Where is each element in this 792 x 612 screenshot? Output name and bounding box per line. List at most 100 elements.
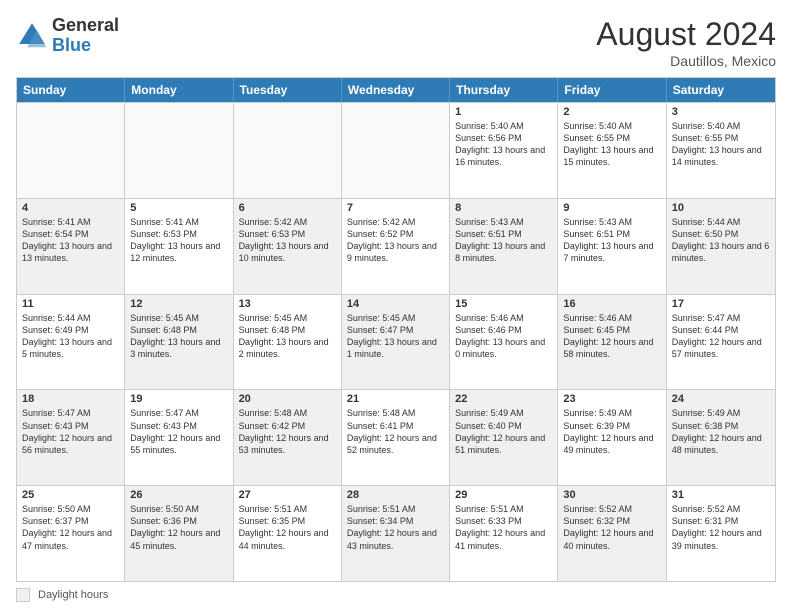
cal-cell: 14 Sunrise: 5:45 AM Sunset: 6:47 PM Dayli…: [342, 295, 450, 390]
day-info: Sunrise: 5:47 AM Sunset: 6:43 PM Dayligh…: [22, 407, 119, 456]
day-info: Sunrise: 5:46 AM Sunset: 6:46 PM Dayligh…: [455, 312, 552, 361]
day-info: Sunrise: 5:44 AM Sunset: 6:49 PM Dayligh…: [22, 312, 119, 361]
day-info: Sunrise: 5:43 AM Sunset: 6:51 PM Dayligh…: [455, 216, 552, 265]
day-number: 10: [672, 202, 770, 214]
header: General Blue August 2024 Dautillos, Mexi…: [16, 16, 776, 69]
day-info: Sunrise: 5:46 AM Sunset: 6:45 PM Dayligh…: [563, 312, 660, 361]
day-number: 30: [563, 489, 660, 501]
cal-cell: 7 Sunrise: 5:42 AM Sunset: 6:52 PM Daylig…: [342, 199, 450, 294]
day-number: 21: [347, 393, 444, 405]
day-number: 28: [347, 489, 444, 501]
day-info: Sunrise: 5:40 AM Sunset: 6:55 PM Dayligh…: [672, 120, 770, 169]
calendar-header: SundayMondayTuesdayWednesdayThursdayFrid…: [17, 78, 775, 102]
cal-cell: 25Sunrise: 5:50 AM Sunset: 6:37 PM Dayli…: [17, 486, 125, 581]
cal-header-saturday: Saturday: [667, 78, 775, 102]
day-info: Sunrise: 5:51 AM Sunset: 6:35 PM Dayligh…: [239, 503, 336, 552]
day-info: Sunrise: 5:48 AM Sunset: 6:42 PM Dayligh…: [239, 407, 336, 456]
day-number: 12: [130, 298, 227, 310]
day-info: Sunrise: 5:45 AM Sunset: 6:47 PM Dayligh…: [347, 312, 444, 361]
day-number: 1: [455, 106, 552, 118]
day-number: 18: [22, 393, 119, 405]
cal-cell: 24Sunrise: 5:49 AM Sunset: 6:38 PM Dayli…: [667, 390, 775, 485]
cal-week-1: 1 Sunrise: 5:40 AM Sunset: 6:56 PM Daylig…: [17, 102, 775, 198]
cal-cell: 30 Sunrise: 5:52 AM Sunset: 6:32 PM Dayli…: [558, 486, 666, 581]
cal-cell: 3 Sunrise: 5:40 AM Sunset: 6:55 PM Daylig…: [667, 103, 775, 198]
day-info: Sunrise: 5:41 AM Sunset: 6:54 PM Dayligh…: [22, 216, 119, 265]
cal-cell: 12Sunrise: 5:45 AM Sunset: 6:48 PM Dayli…: [125, 295, 233, 390]
day-number: 29: [455, 489, 552, 501]
cal-header-tuesday: Tuesday: [234, 78, 342, 102]
cal-cell: 16 Sunrise: 5:46 AM Sunset: 6:45 PM Dayli…: [558, 295, 666, 390]
day-info: Sunrise: 5:49 AM Sunset: 6:40 PM Dayligh…: [455, 407, 552, 456]
cal-cell: 26Sunrise: 5:50 AM Sunset: 6:36 PM Dayli…: [125, 486, 233, 581]
day-info: Sunrise: 5:51 AM Sunset: 6:34 PM Dayligh…: [347, 503, 444, 552]
cal-header-sunday: Sunday: [17, 78, 125, 102]
day-number: 17: [672, 298, 770, 310]
day-info: Sunrise: 5:49 AM Sunset: 6:38 PM Dayligh…: [672, 407, 770, 456]
day-number: 6: [239, 202, 336, 214]
cal-cell: 23 Sunrise: 5:49 AM Sunset: 6:39 PM Dayli…: [558, 390, 666, 485]
day-number: 27: [239, 489, 336, 501]
logo-icon: [16, 20, 48, 52]
day-number: 2: [563, 106, 660, 118]
day-info: Sunrise: 5:47 AM Sunset: 6:44 PM Dayligh…: [672, 312, 770, 361]
day-number: 22: [455, 393, 552, 405]
cal-cell: 10 Sunrise: 5:44 AM Sunset: 6:50 PM Dayli…: [667, 199, 775, 294]
cal-cell: 8 Sunrise: 5:43 AM Sunset: 6:51 PM Daylig…: [450, 199, 558, 294]
day-number: 5: [130, 202, 227, 214]
cal-cell: [234, 103, 342, 198]
day-info: Sunrise: 5:48 AM Sunset: 6:41 PM Dayligh…: [347, 407, 444, 456]
calendar-body: 1 Sunrise: 5:40 AM Sunset: 6:56 PM Daylig…: [17, 102, 775, 581]
day-info: Sunrise: 5:52 AM Sunset: 6:32 PM Dayligh…: [563, 503, 660, 552]
day-info: Sunrise: 5:52 AM Sunset: 6:31 PM Dayligh…: [672, 503, 770, 552]
page: General Blue August 2024 Dautillos, Mexi…: [0, 0, 792, 612]
day-info: Sunrise: 5:41 AM Sunset: 6:53 PM Dayligh…: [130, 216, 227, 265]
logo-blue-text: Blue: [52, 36, 119, 56]
cal-cell: 19 Sunrise: 5:47 AM Sunset: 6:43 PM Dayli…: [125, 390, 233, 485]
day-number: 14: [347, 298, 444, 310]
day-number: 16: [563, 298, 660, 310]
subtitle: Dautillos, Mexico: [596, 53, 776, 69]
cal-cell: 13Sunrise: 5:45 AM Sunset: 6:48 PM Dayli…: [234, 295, 342, 390]
day-info: Sunrise: 5:40 AM Sunset: 6:56 PM Dayligh…: [455, 120, 552, 169]
cal-cell: 11Sunrise: 5:44 AM Sunset: 6:49 PM Dayli…: [17, 295, 125, 390]
cal-cell: 22 Sunrise: 5:49 AM Sunset: 6:40 PM Dayli…: [450, 390, 558, 485]
cal-cell: [342, 103, 450, 198]
cal-cell: 29Sunrise: 5:51 AM Sunset: 6:33 PM Dayli…: [450, 486, 558, 581]
day-number: 3: [672, 106, 770, 118]
cal-week-5: 25Sunrise: 5:50 AM Sunset: 6:37 PM Dayli…: [17, 485, 775, 581]
legend-label: Daylight hours: [38, 589, 108, 601]
day-number: 9: [563, 202, 660, 214]
cal-cell: 9 Sunrise: 5:43 AM Sunset: 6:51 PM Daylig…: [558, 199, 666, 294]
day-number: 31: [672, 489, 770, 501]
legend-shaded-box: [16, 588, 30, 602]
main-title: August 2024: [596, 16, 776, 53]
day-info: Sunrise: 5:45 AM Sunset: 6:48 PM Dayligh…: [239, 312, 336, 361]
cal-week-2: 4 Sunrise: 5:41 AM Sunset: 6:54 PM Daylig…: [17, 198, 775, 294]
day-number: 8: [455, 202, 552, 214]
cal-cell: 15Sunrise: 5:46 AM Sunset: 6:46 PM Dayli…: [450, 295, 558, 390]
logo: General Blue: [16, 16, 119, 56]
day-number: 25: [22, 489, 119, 501]
day-number: 4: [22, 202, 119, 214]
cal-cell: [17, 103, 125, 198]
day-info: Sunrise: 5:50 AM Sunset: 6:36 PM Dayligh…: [130, 503, 227, 552]
legend: Daylight hours: [16, 588, 776, 602]
cal-header-monday: Monday: [125, 78, 233, 102]
cal-cell: 1 Sunrise: 5:40 AM Sunset: 6:56 PM Daylig…: [450, 103, 558, 198]
day-number: 23: [563, 393, 660, 405]
day-info: Sunrise: 5:42 AM Sunset: 6:52 PM Dayligh…: [347, 216, 444, 265]
cal-cell: 18 Sunrise: 5:47 AM Sunset: 6:43 PM Dayli…: [17, 390, 125, 485]
cal-cell: 31 Sunrise: 5:52 AM Sunset: 6:31 PM Dayli…: [667, 486, 775, 581]
day-number: 7: [347, 202, 444, 214]
cal-header-thursday: Thursday: [450, 78, 558, 102]
cal-week-3: 11Sunrise: 5:44 AM Sunset: 6:49 PM Dayli…: [17, 294, 775, 390]
day-number: 19: [130, 393, 227, 405]
day-info: Sunrise: 5:44 AM Sunset: 6:50 PM Dayligh…: [672, 216, 770, 265]
day-info: Sunrise: 5:43 AM Sunset: 6:51 PM Dayligh…: [563, 216, 660, 265]
day-info: Sunrise: 5:40 AM Sunset: 6:55 PM Dayligh…: [563, 120, 660, 169]
cal-cell: 27 Sunrise: 5:51 AM Sunset: 6:35 PM Dayli…: [234, 486, 342, 581]
cal-cell: 17 Sunrise: 5:47 AM Sunset: 6:44 PM Dayli…: [667, 295, 775, 390]
day-info: Sunrise: 5:47 AM Sunset: 6:43 PM Dayligh…: [130, 407, 227, 456]
day-info: Sunrise: 5:49 AM Sunset: 6:39 PM Dayligh…: [563, 407, 660, 456]
